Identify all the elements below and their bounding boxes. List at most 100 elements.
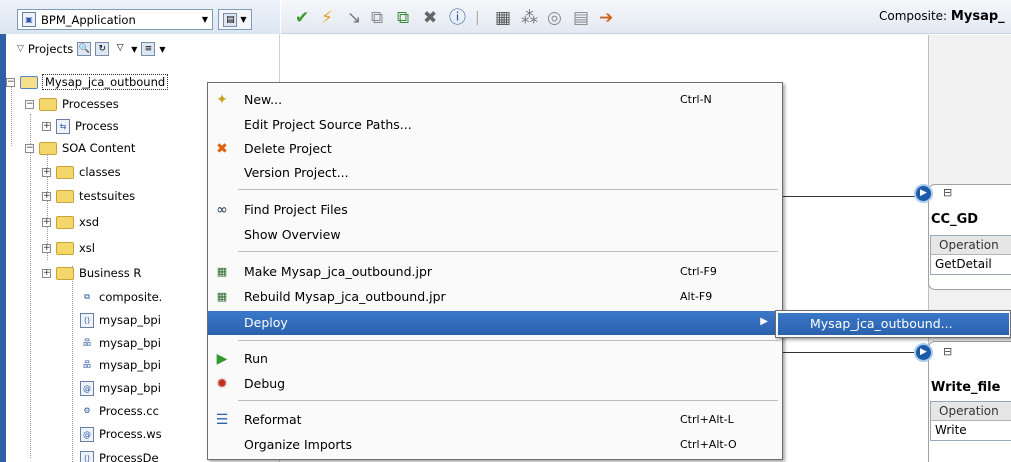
application-menu-button[interactable]: ▤ ▼ [218, 9, 252, 30]
info-icon[interactable]: ⓘ [449, 9, 466, 27]
collapse-icon[interactable]: ⊟ [943, 345, 952, 358]
menu-item-show-overview[interactable]: Show Overview [208, 223, 782, 247]
project-context-menu: ✦ New... Ctrl-N Edit Project Source Path… [207, 82, 783, 460]
validate-icon[interactable]: ✔ [295, 9, 309, 27]
submenu-item-deploy-project[interactable]: Mysap_jca_outbound... [778, 313, 1009, 335]
collapse-icon[interactable]: ▽ [17, 44, 24, 54]
tree-node-classes[interactable]: + classes [42, 161, 121, 183]
projects-toolbar: ▽ Projects 🔍 ↻ ▽ ▼ ≡ ▼ [17, 38, 279, 60]
menu-item-label: Make Mysap_jca_outbound.jpr [244, 264, 433, 279]
card-title: Write_file [931, 380, 1001, 395]
project-icon [20, 75, 38, 89]
menu-item-label: Organize Imports [244, 437, 352, 452]
chevron-down-icon[interactable]: ▼ [202, 15, 208, 24]
tree-node-mysap-3[interactable]: 品 mysap_bpi [80, 354, 161, 376]
menu-item-reformat[interactable]: ☰ Reformat Ctrl+Alt-L [208, 408, 782, 432]
tree-node-label: Process [75, 119, 119, 133]
sort-icon[interactable]: ≡ [141, 42, 156, 56]
process-icon: ⇆ [56, 118, 70, 134]
tree-node-process-de[interactable]: ⟨⟩ ProcessDe [80, 447, 159, 462]
new-icon: ✦ [216, 92, 228, 108]
tree-node-xsl[interactable]: + xsl [42, 237, 95, 259]
menu-item-rebuild[interactable]: ▦ Rebuild Mysap_jca_outbound.jpr Alt-F9 [208, 285, 782, 309]
tree-node-process[interactable]: + ⇆ Process [42, 115, 119, 137]
menu-item-find-project-files[interactable]: ∞ Find Project Files [208, 198, 782, 222]
tree-node-label: mysap_bpi [99, 313, 161, 327]
application-icon: ▣ [22, 12, 36, 27]
menu-item-label: Edit Project Source Paths... [244, 117, 412, 132]
tree-node-process-ws[interactable]: @ Process.ws [80, 423, 162, 445]
folder-icon [56, 215, 74, 229]
tree-node-mysap-1[interactable]: ⟨⟩ mysap_bpi [80, 309, 161, 331]
collapse-toggle-icon[interactable]: − [25, 143, 34, 153]
chevron-down-icon[interactable]: ▼ [131, 45, 137, 54]
chevron-down-icon[interactable]: ▼ [159, 45, 165, 54]
expand-toggle-icon[interactable]: + [42, 268, 51, 278]
tree-node-mysap-4[interactable]: @ mysap_bpi [80, 377, 161, 399]
collapse-icon[interactable]: ⊟ [943, 186, 952, 199]
copy-icon[interactable]: ⧉ [371, 9, 383, 27]
composite-label: Composite: [879, 9, 948, 23]
collapse-toggle-icon[interactable]: − [25, 99, 34, 109]
tree-node-label: xsl [79, 241, 95, 255]
deploy-icon[interactable]: ➔ [599, 9, 613, 27]
tree-node-label: composite. [99, 290, 163, 304]
menu-item-deploy[interactable]: Deploy ▶ [208, 311, 782, 335]
menu-item-shortcut: Ctrl-N [680, 93, 712, 106]
tree-node-business-rules[interactable]: + Business R [42, 262, 141, 284]
card-title: CC_GD [931, 212, 979, 227]
expand-toggle-icon[interactable]: + [42, 167, 51, 177]
tree-node-composite[interactable]: ⧉ composite. [80, 286, 162, 308]
tree-node-testsuites[interactable]: + testsuites [42, 185, 135, 207]
tree-node-label: xsd [79, 215, 100, 229]
menu-item-label: Delete Project [244, 141, 332, 156]
menu-item-organize-imports[interactable]: Organize Imports Ctrl+Alt-O [208, 433, 782, 457]
tree-node-process-co[interactable]: ⚙ Process.cc [80, 400, 159, 422]
tree-node-xsd[interactable]: + xsd [42, 211, 99, 233]
menu-item-shortcut: Ctrl+Alt-L [680, 413, 734, 426]
menu-item-label: Reformat [244, 412, 302, 427]
paste-icon[interactable]: ⧉ [397, 9, 409, 27]
menu-item-delete-project[interactable]: ✖ Delete Project [208, 137, 782, 161]
config-file-icon: ⚙ [83, 405, 91, 415]
tree-node-label: Mysap_jca_outbound [41, 74, 169, 90]
expand-toggle-icon[interactable]: + [42, 121, 51, 131]
expand-toggle-icon[interactable]: + [42, 217, 51, 227]
filter-icon[interactable]: ▽ [113, 42, 128, 56]
jca-file-icon: 品 [83, 337, 91, 347]
menu-item-make[interactable]: ▦ Make Mysap_jca_outbound.jpr Ctrl-F9 [208, 260, 782, 284]
menu-item-edit-source-paths[interactable]: Edit Project Source Paths... [208, 113, 782, 137]
menu-item-debug[interactable]: ✹ Debug [208, 372, 782, 396]
tree-node-soa-content[interactable]: − SOA Content [25, 137, 135, 159]
service-port-icon[interactable]: ▶ [914, 343, 933, 362]
layout-icon[interactable]: ▦ [495, 9, 511, 27]
tree-node-mysap-2[interactable]: 品 mysap_bpi [80, 332, 161, 354]
lightning-icon[interactable]: ⚡ [321, 9, 333, 27]
tree-node-root[interactable]: − Mysap_jca_outbound [6, 71, 169, 93]
make-icon: ▦ [216, 265, 228, 278]
menu-item-label: New... [244, 92, 283, 107]
tree-node-processes[interactable]: − Processes [25, 93, 119, 115]
application-dropdown[interactable]: ▣ BPM_Application ▼ [17, 9, 213, 30]
service-port-icon[interactable]: ▶ [914, 184, 933, 203]
menu-item-shortcut: Ctrl+Alt-O [680, 438, 737, 451]
export-icon[interactable]: ▤ [573, 9, 589, 27]
tree-node-label: Processes [62, 97, 119, 111]
folder-icon [56, 266, 74, 280]
collapse-toggle-icon[interactable]: − [6, 77, 15, 87]
grid-icon[interactable]: ⁂ [521, 9, 538, 27]
refresh-icon[interactable]: ↻ [95, 42, 110, 56]
projects-label[interactable]: Projects [28, 42, 73, 56]
wire-icon[interactable]: ↘ [347, 9, 361, 27]
operation-value: Write [935, 423, 967, 437]
expand-toggle-icon[interactable]: + [42, 243, 51, 253]
zoom-icon[interactable]: ◎ [547, 9, 562, 27]
wsdl-file-icon: ⟨⟩ [80, 312, 94, 328]
delete-icon[interactable]: ✖ [423, 9, 437, 27]
expand-toggle-icon[interactable]: + [42, 191, 51, 201]
menu-item-label: Show Overview [244, 227, 341, 242]
menu-item-version-project[interactable]: Version Project... [208, 161, 782, 185]
menu-item-run[interactable]: ▶ Run [208, 347, 782, 371]
find-icon[interactable]: 🔍 [77, 42, 92, 56]
menu-item-new[interactable]: ✦ New... Ctrl-N [208, 88, 782, 112]
